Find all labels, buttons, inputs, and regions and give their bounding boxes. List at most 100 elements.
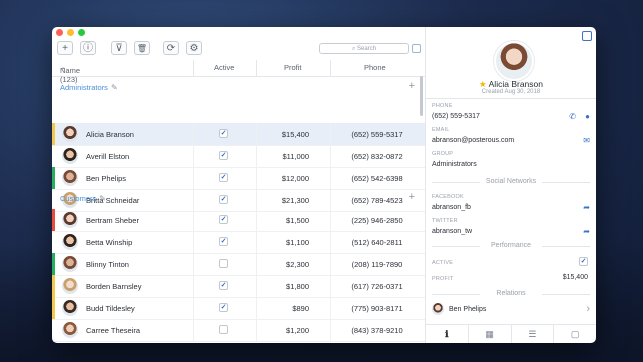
avatar [62, 278, 78, 294]
color-tag [52, 319, 55, 341]
profit-cell: $11,000 [282, 152, 309, 161]
facebook-label: FACEBOOK [432, 194, 464, 200]
share-icon[interactable]: ➦ [583, 227, 590, 236]
avatar [62, 234, 78, 250]
info-button[interactable]: ⓘ [80, 41, 96, 55]
phone-value[interactable]: (652) 559-5317 [432, 113, 480, 120]
chevron-right-icon[interactable]: › [586, 303, 590, 315]
email-label: EMAIL [432, 127, 450, 133]
active-checkbox[interactable]: ✓ [219, 129, 228, 138]
email-value[interactable]: abranson@posterous.com [432, 137, 514, 144]
contact-name: Blinny Tinton [86, 260, 129, 269]
toolbar: + ⓘ ⊽ 🗑 ⟳ ⚙ ⌕ Search [52, 40, 425, 58]
star-icon[interactable]: ★ [479, 79, 487, 89]
contact-detail-pane: ★ Alicia Branson Created Aug 30, 2018 PHO… [426, 27, 596, 343]
phone-cell: (617) 726-0371 [351, 282, 403, 291]
column-active[interactable]: Active [214, 63, 234, 72]
color-tag [52, 167, 55, 189]
active-checkbox[interactable]: ✓ [219, 281, 228, 290]
add-contact-button[interactable]: + [57, 41, 73, 55]
phone-cell: (652) 559-5317 [351, 130, 403, 139]
edit-group-icon[interactable]: ✎ [99, 194, 106, 203]
relation-name[interactable]: Ben Phelips [449, 306, 486, 313]
tab-info[interactable]: ℹ [426, 325, 469, 343]
active-checkbox[interactable]: ✓ [219, 173, 228, 182]
table-row[interactable]: Blinny Tinton $2,300 (208) 119-7890 [52, 253, 425, 276]
active-label: ACTIVE [432, 260, 454, 266]
settings-button[interactable]: ⚙ [186, 41, 202, 55]
color-tag [52, 209, 55, 231]
active-checkbox[interactable]: ✓ [219, 215, 228, 224]
created-date: Created Aug 30, 2018 [481, 89, 541, 95]
profit-cell: $1,800 [286, 282, 309, 291]
tab-notes[interactable]: ▢ [554, 325, 596, 343]
group-label: Administrators [60, 83, 108, 92]
group-value: Administrators [432, 161, 477, 168]
message-icon[interactable]: ● [585, 112, 590, 121]
add-to-group-icon[interactable]: + [409, 191, 415, 203]
active-checkbox[interactable] [219, 259, 228, 268]
table-row[interactable]: Carree Theseira $1,200 (843) 378-9210 [52, 319, 425, 342]
active-checkbox[interactable]: ✓ [219, 151, 228, 160]
group-header-customers[interactable]: Customers ✎ + [52, 187, 425, 209]
table-row[interactable]: Bertram Sheber ✓ $1,500 (225) 946-2850 [52, 209, 425, 232]
active-checkbox[interactable]: ✓ [219, 303, 228, 312]
share-icon[interactable]: ➦ [583, 203, 590, 212]
search-input[interactable]: ⌕ Search [319, 43, 409, 54]
color-tag [52, 275, 55, 297]
edit-icon[interactable] [582, 31, 592, 41]
tab-calendar[interactable]: ▦ [469, 325, 512, 343]
active-checkbox[interactable]: ✓ [219, 237, 228, 246]
table-row[interactable]: Betta Winship ✓ $1,100 (512) 640-2811 [52, 231, 425, 254]
avatar [62, 126, 78, 142]
contact-name: Betta Winship [86, 238, 133, 247]
relation-avatar [432, 303, 444, 315]
edit-group-icon[interactable]: ✎ [111, 83, 118, 92]
profit-label: PROFIT [432, 276, 454, 282]
avatar [62, 256, 78, 272]
phone-cell: (208) 119-7890 [351, 260, 403, 269]
refresh-button[interactable]: ⟳ [163, 41, 179, 55]
twitter-value[interactable]: abranson_tw [432, 228, 472, 235]
group-label: GROUP [432, 151, 454, 157]
color-tag [52, 297, 55, 319]
table-row[interactable]: Alicia Branson ✓ $15,400 (652) 559-5317 [52, 123, 425, 146]
phone-label: PHONE [432, 103, 453, 109]
contact-name: Bertram Sheber [86, 216, 139, 225]
phone-cell: (225) 946-2850 [351, 216, 403, 225]
avatar [62, 170, 78, 186]
profit-cell: $1,100 [286, 238, 309, 247]
active-checkbox[interactable] [219, 325, 228, 334]
phone-cell: (775) 903-8171 [351, 304, 403, 313]
contact-name: Averill Elston [86, 152, 130, 161]
facebook-value[interactable]: abranson_fb [432, 204, 471, 211]
add-to-group-icon[interactable]: + [409, 80, 415, 92]
expand-icon[interactable] [412, 44, 421, 53]
group-label: Customers [60, 194, 97, 203]
tab-tasks[interactable]: ☰ [512, 325, 555, 343]
delete-button[interactable]: 🗑 [134, 41, 150, 55]
filter-button[interactable]: ⊽ [111, 41, 127, 55]
contact-name: Budd Tildesley [86, 304, 135, 313]
mail-icon[interactable]: ✉ [583, 136, 590, 145]
active-checkbox[interactable]: ✓ [579, 257, 588, 266]
column-phone[interactable]: Phone [364, 63, 386, 72]
table-row[interactable]: Averill Elston ✓ $11,000 (652) 832-0872 [52, 145, 425, 168]
table-header: Name (123) ⌃ Active Profit Phone [52, 60, 425, 84]
relations-heading: Relations [426, 290, 596, 297]
phone-cell: (512) 640-2811 [351, 238, 403, 247]
group-header-administrators[interactable]: Administrators ✎ + [52, 76, 425, 98]
contact-name: Borden Barnsley [86, 282, 142, 291]
contacts-list-pane: + ⓘ ⊽ 🗑 ⟳ ⚙ ⌕ Search Name (123) ⌃ Active… [52, 27, 426, 343]
call-icon[interactable]: ✆ [569, 112, 576, 121]
contact-name: Alicia Branson [86, 130, 134, 139]
table-row[interactable]: Budd Tildesley ✓ $890 (775) 903-8171 [52, 297, 425, 320]
scrollbar[interactable] [420, 76, 423, 116]
phone-cell: (652) 542-6398 [351, 174, 403, 183]
phone-cell: (843) 378-9210 [351, 326, 403, 335]
profit-value: $15,400 [562, 274, 588, 281]
table-row[interactable]: Borden Barnsley ✓ $1,800 (617) 726-0371 [52, 275, 425, 298]
color-tag [52, 231, 55, 253]
column-profit[interactable]: Profit [284, 63, 302, 72]
profit-cell: $1,200 [286, 326, 309, 335]
